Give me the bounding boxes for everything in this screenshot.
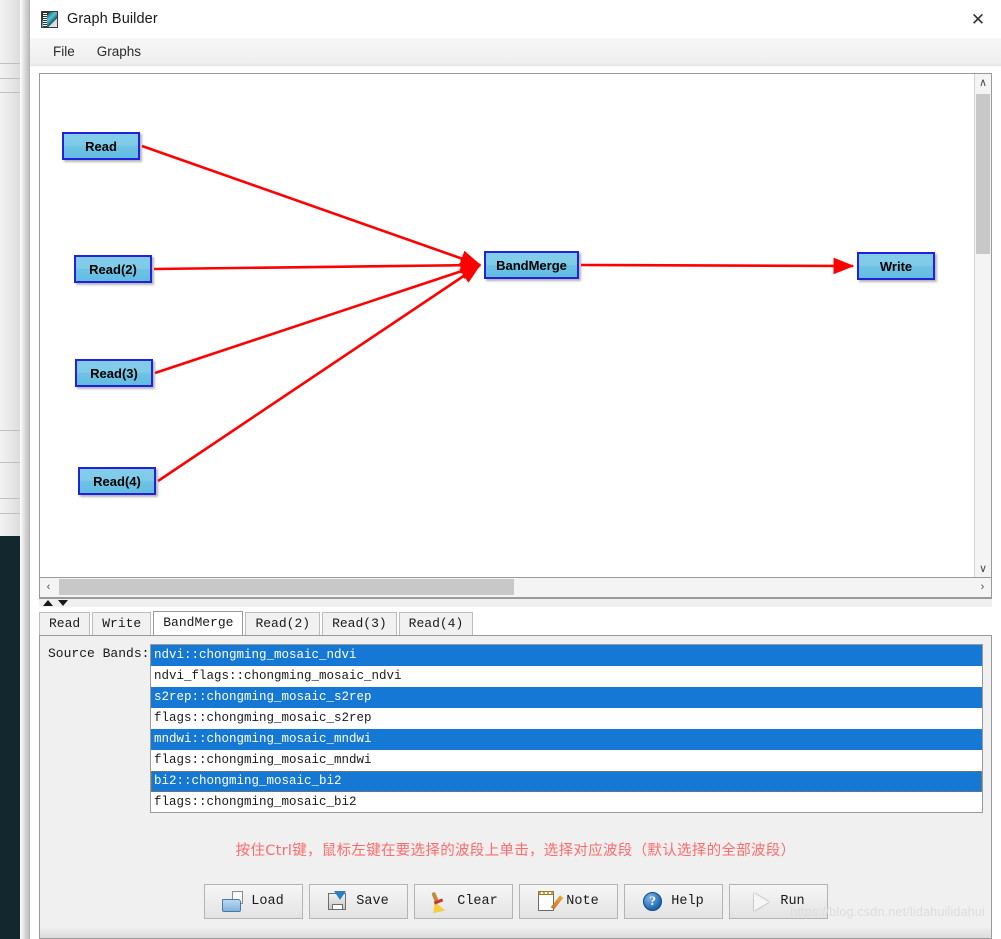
run-button[interactable]: Run bbox=[728, 884, 828, 919]
note-button[interactable]: Note bbox=[518, 884, 618, 919]
graph-node-read3[interactable]: Read(3) bbox=[75, 359, 153, 387]
folder-open-icon bbox=[222, 890, 244, 913]
question-mark-glyph: ? bbox=[643, 891, 663, 911]
band-list-item[interactable]: mndwi::chongming_mosaic_mndwi bbox=[151, 729, 982, 750]
menu-graphs[interactable]: Graphs bbox=[86, 41, 152, 62]
graph-node-label: Read bbox=[85, 138, 117, 154]
canvas-vertical-scrollbar[interactable]: ∧ ∨ bbox=[974, 74, 991, 577]
tab-read-2[interactable]: Read(2) bbox=[245, 612, 321, 635]
page-title: Graph Builder bbox=[67, 11, 158, 27]
tab-read-3[interactable]: Read(3) bbox=[322, 612, 397, 635]
tab-read[interactable]: Read bbox=[39, 612, 91, 635]
snap-app-icon bbox=[41, 10, 58, 28]
band-list-item[interactable]: bi2::chongming_mosaic_bi2 bbox=[151, 771, 982, 792]
graph-node-label: Read(3) bbox=[90, 365, 138, 381]
play-triangle-icon bbox=[751, 891, 773, 913]
graph-node-read2[interactable]: Read(2) bbox=[74, 255, 152, 283]
tab-write[interactable]: Write bbox=[92, 612, 152, 635]
band-list-item[interactable]: ndvi_flags::chongming_mosaic_ndvi bbox=[151, 666, 982, 687]
tab-label: Read bbox=[49, 616, 81, 631]
band-list-item[interactable]: ndvi::chongming_mosaic_ndvi bbox=[151, 645, 982, 666]
graph-node-label: Read(2) bbox=[89, 261, 137, 277]
graph-canvas[interactable]: Read Read(2) Read(3) Read(4) BandMerge Write bbox=[40, 74, 974, 577]
band-list-item[interactable]: flags::chongming_mosaic_bi2 bbox=[151, 792, 982, 812]
action-button-bar: Load Save Clear Note ? Help Run bbox=[40, 884, 991, 919]
panel-splitter[interactable] bbox=[39, 598, 992, 607]
source-bands-label: Source Bands: bbox=[48, 646, 150, 661]
scroll-left-icon[interactable]: ‹ bbox=[40, 578, 57, 596]
load-button[interactable]: Load bbox=[203, 884, 303, 919]
save-button[interactable]: Save bbox=[308, 884, 408, 919]
band-list-item[interactable]: s2rep::chongming_mosaic_s2rep bbox=[151, 687, 982, 708]
parameters-panel: Source Bands: ndvi::chongming_mosaic_ndv… bbox=[39, 635, 992, 939]
graph-edge-read4-to-bandmerge bbox=[157, 263, 482, 483]
splitter-down-icon[interactable] bbox=[58, 600, 68, 606]
graph-node-read4[interactable]: Read(4) bbox=[78, 467, 156, 495]
clear-button[interactable]: Clear bbox=[413, 884, 513, 919]
graph-node-bandmerge[interactable]: BandMerge bbox=[484, 251, 579, 279]
load-button-label: Load bbox=[251, 894, 284, 909]
graph-node-read[interactable]: Read bbox=[62, 132, 140, 160]
scroll-up-icon[interactable]: ∧ bbox=[975, 74, 991, 91]
close-icon[interactable]: ✕ bbox=[955, 0, 1001, 38]
operator-tab-bar: Read Write BandMerge Read(2) Read(3) Read(4) bbox=[39, 611, 992, 635]
graph-node-label: Write bbox=[879, 258, 913, 274]
tab-label: Read(3) bbox=[332, 616, 387, 631]
selection-hint-text: 按住Ctrl键，鼠标左键在要选择的波段上单击，选择对应波段（默认选择的全部波段） bbox=[235, 843, 796, 859]
window-bottom-edge bbox=[40, 928, 991, 938]
floppy-disk-icon bbox=[327, 890, 349, 913]
notepad-pencil-icon bbox=[537, 890, 564, 913]
help-button-label: Help bbox=[671, 894, 704, 909]
graph-canvas-container: Read Read(2) Read(3) Read(4) BandMerge Write … bbox=[39, 73, 992, 578]
tab-bandmerge[interactable]: BandMerge bbox=[153, 611, 244, 635]
background-window-light bbox=[0, 0, 20, 536]
graph-edge-read3-to-bandmerge bbox=[154, 263, 482, 375]
window-shadow-strip bbox=[20, 0, 29, 939]
graph-builder-window: Graph Builder ✕ File Graphs Read Read(2) R… bbox=[29, 0, 1001, 939]
menu-file[interactable]: File bbox=[42, 41, 86, 62]
graph-edge-read-to-bandmerge bbox=[141, 144, 482, 267]
scroll-down-icon[interactable]: ∨ bbox=[975, 560, 991, 577]
source-bands-list[interactable]: ndvi::chongming_mosaic_ndvi ndvi_flags::c… bbox=[150, 644, 983, 813]
canvas-horizontal-scrollbar[interactable]: ‹ › bbox=[39, 578, 992, 598]
horizontal-scroll-thumb[interactable] bbox=[59, 579, 514, 595]
graph-node-label: Read(4) bbox=[93, 473, 141, 489]
question-circle-icon: ? bbox=[642, 891, 664, 913]
run-button-label: Run bbox=[780, 894, 805, 909]
tab-label: BandMerge bbox=[163, 615, 234, 630]
graph-edge-read2-to-bandmerge bbox=[153, 256, 482, 274]
tab-label: Read(4) bbox=[408, 616, 464, 631]
help-button[interactable]: ? Help bbox=[623, 884, 723, 919]
tab-read-4[interactable]: Read(4) bbox=[398, 612, 474, 635]
tab-label: Write bbox=[102, 616, 142, 631]
graph-node-label: BandMerge bbox=[496, 257, 567, 273]
broom-icon bbox=[428, 891, 450, 913]
splitter-up-icon[interactable] bbox=[43, 600, 53, 606]
source-bands-row: Source Bands: ndvi::chongming_mosaic_ndv… bbox=[48, 644, 983, 813]
scroll-right-icon[interactable]: › bbox=[974, 578, 991, 596]
note-button-label: Note bbox=[566, 894, 599, 909]
graph-edge-bandmerge-to-write bbox=[580, 257, 855, 275]
save-button-label: Save bbox=[356, 894, 389, 909]
tab-label: Read(2) bbox=[255, 616, 311, 631]
graph-connections bbox=[141, 144, 855, 483]
vertical-scroll-thumb[interactable] bbox=[976, 94, 990, 254]
background-window-dark bbox=[0, 536, 20, 939]
band-list-item[interactable]: flags::chongming_mosaic_s2rep bbox=[151, 708, 982, 729]
title-bar: Graph Builder ✕ bbox=[30, 0, 1001, 38]
clear-button-label: Clear bbox=[457, 894, 498, 909]
menu-bar: File Graphs bbox=[30, 38, 1001, 66]
band-list-item[interactable]: flags::chongming_mosaic_mndwi bbox=[151, 750, 982, 771]
graph-node-write[interactable]: Write bbox=[857, 252, 935, 280]
